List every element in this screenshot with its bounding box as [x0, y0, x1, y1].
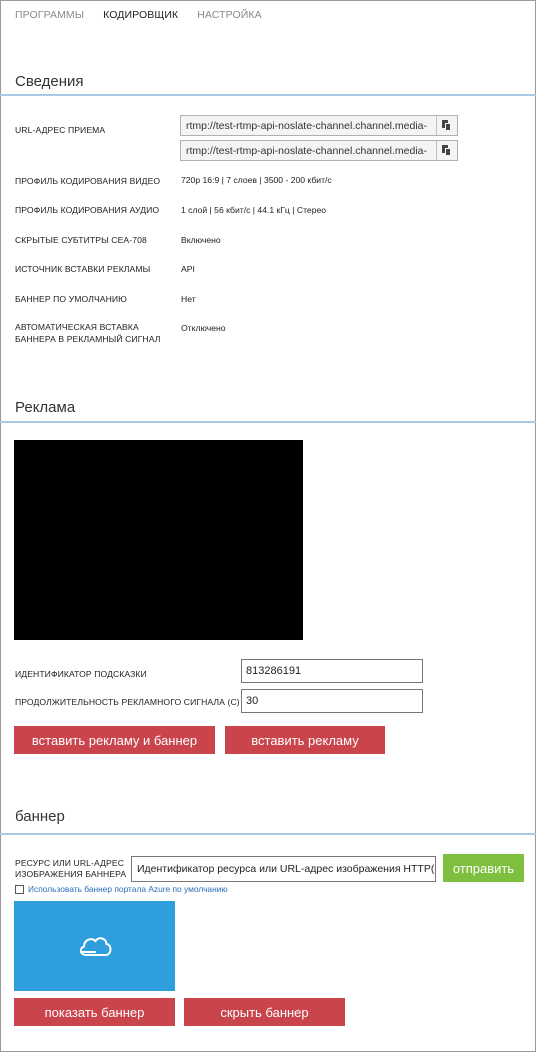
- captions-label: СКРЫТЫЕ СУБТИТРЫ CEA-708: [15, 235, 147, 245]
- ingest-url-field-primary[interactable]: rtmp://test-rtmp-api-noslate-channel.cha…: [180, 115, 458, 136]
- show-slate-button[interactable]: показать баннер: [14, 998, 175, 1026]
- info-section-title: Сведения: [15, 73, 84, 90]
- slate-image-preview: [14, 901, 175, 991]
- ingest-url-primary-text[interactable]: rtmp://test-rtmp-api-noslate-channel.cha…: [181, 116, 436, 135]
- ingest-url-field-secondary[interactable]: rtmp://test-rtmp-api-noslate-channel.cha…: [180, 140, 458, 161]
- ads-section-divider: [0, 421, 536, 423]
- auto-slate-label-line1: АВТОМАТИЧЕСКАЯ ВСТАВКА: [15, 322, 139, 332]
- copy-icon: [442, 145, 452, 156]
- cloud-icon: [79, 937, 111, 956]
- copy-url-secondary-button[interactable]: [436, 141, 457, 160]
- ad-source-label: ИСТОЧНИК ВСТАВКИ РЕКЛАМЫ: [15, 264, 151, 274]
- insert-ad-and-slate-button[interactable]: вставить рекламу и баннер: [14, 726, 215, 754]
- slate-resource-input[interactable]: Идентификатор ресурса или URL-адрес изоб…: [131, 856, 436, 882]
- insert-ad-button[interactable]: вставить рекламу: [225, 726, 385, 754]
- default-slate-label: БАННЕР ПО УМОЛЧАНИЮ: [15, 294, 127, 304]
- auto-slate-label-line2: БАННЕРА В РЕКЛАМНЫЙ СИГНАЛ: [15, 334, 161, 344]
- video-profile-value: 720p 16:9 | 7 слоев | 3500 - 200 кбит/с: [181, 175, 332, 185]
- ingest-url-secondary-text[interactable]: rtmp://test-rtmp-api-noslate-channel.cha…: [181, 141, 436, 160]
- slate-resource-label-line2: ИЗОБРАЖЕНИЯ БАННЕРА: [15, 869, 127, 879]
- auto-slate-value: Отключено: [181, 323, 226, 333]
- video-profile-label: ПРОФИЛЬ КОДИРОВАНИЯ ВИДЕО: [15, 176, 161, 186]
- copy-url-primary-button[interactable]: [436, 116, 457, 135]
- slate-section-divider: [0, 833, 536, 835]
- use-default-slate-checkbox[interactable]: [15, 884, 24, 894]
- use-default-slate-row: Использовать баннер портала Azure по умо…: [15, 884, 228, 894]
- use-default-slate-label[interactable]: Использовать баннер портала Azure по умо…: [28, 884, 228, 894]
- audio-profile-value: 1 слой | 56 кбит/с | 44.1 кГц | Стерео: [181, 205, 327, 215]
- cue-id-label: ИДЕНТИФИКАТОР ПОДСКАЗКИ: [15, 669, 147, 679]
- audio-profile-label: ПРОФИЛЬ КОДИРОВАНИЯ АУДИО: [15, 205, 160, 215]
- ad-duration-input[interactable]: 30: [241, 689, 423, 713]
- captions-value: Включено: [181, 235, 221, 245]
- hide-slate-button[interactable]: скрыть баннер: [184, 998, 345, 1026]
- cue-id-input[interactable]: 813286191: [241, 659, 423, 683]
- info-section-divider: [0, 94, 536, 96]
- submit-slate-button[interactable]: отправить: [443, 854, 524, 882]
- tab-encoder[interactable]: КОДИРОВЩИК: [103, 9, 178, 21]
- copy-icon: [442, 120, 452, 131]
- tab-settings[interactable]: НАСТРОЙКА: [197, 9, 262, 21]
- tab-bar: ПРОГРАММЫ КОДИРОВЩИК НАСТРОЙКА: [15, 9, 262, 21]
- ingest-url-label: URL-АДРЕС ПРИЕМА: [15, 125, 106, 135]
- ad-video-preview: [14, 440, 303, 640]
- slate-section-title: баннер: [15, 808, 65, 825]
- ads-section-title: Реклама: [15, 399, 76, 416]
- default-slate-value: Нет: [181, 294, 196, 304]
- tab-programs[interactable]: ПРОГРАММЫ: [15, 9, 84, 21]
- ad-source-value: API: [181, 264, 195, 274]
- ad-duration-label: ПРОДОЛЖИТЕЛЬНОСТЬ РЕКЛАМНОГО СИГНАЛА (С): [15, 697, 240, 707]
